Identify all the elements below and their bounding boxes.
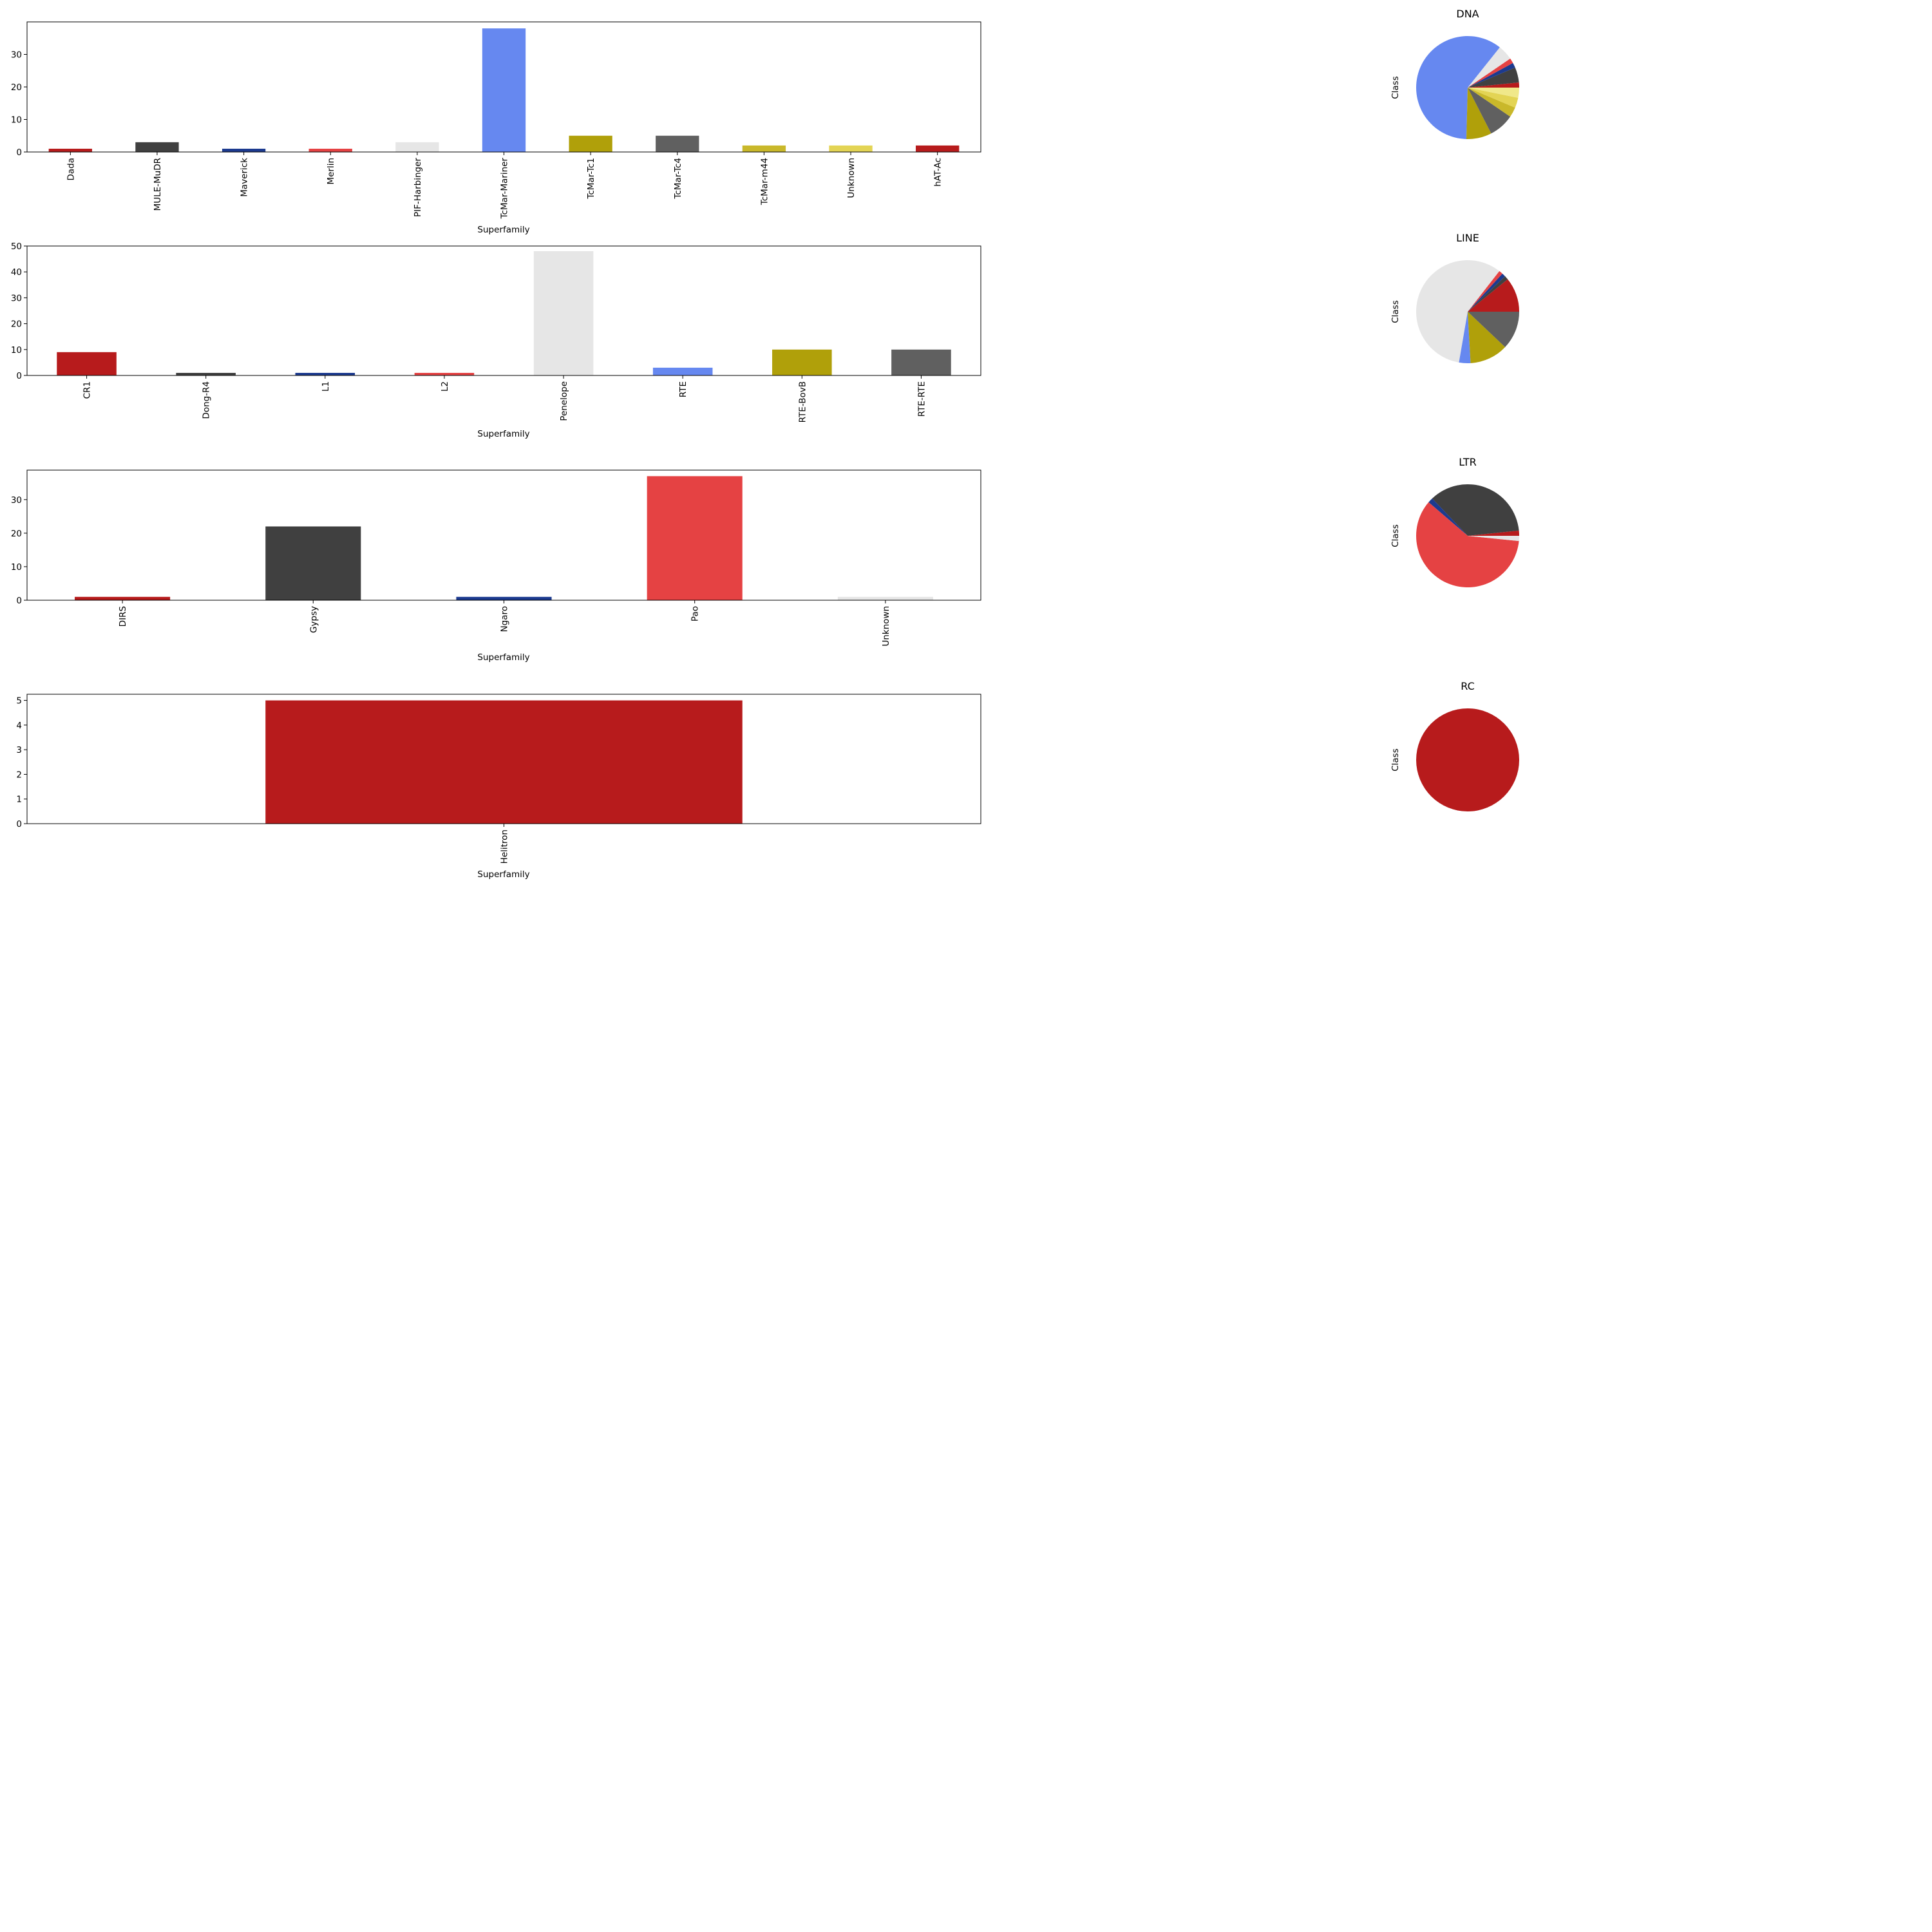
dna-bar-ytick-label: 0 bbox=[16, 147, 22, 158]
line-bar-bar-penelope bbox=[533, 251, 594, 375]
line-bar-bar-rte-bovb bbox=[772, 349, 832, 375]
ltr-bar-ytick-label: 30 bbox=[11, 495, 22, 506]
ltr-bar-xlabel: Superfamily bbox=[477, 652, 529, 663]
dna-bar-xtick-label-tcmar-tc1: TcMar-Tc1 bbox=[586, 158, 596, 200]
line-bar-axes-frame bbox=[26, 245, 981, 376]
ltr-bar-xtick-label-gypsy: Gypsy bbox=[308, 606, 319, 633]
dna-bar-xtick-label-tcmar-m44: TcMar-m44 bbox=[759, 158, 770, 205]
dna-bar-xtick-label-maverick: Maverick bbox=[240, 158, 250, 197]
dna-bar-xtick-label-hat-ac: hAT-Ac bbox=[933, 158, 943, 187]
ltr-bar-bar-pao bbox=[647, 476, 743, 600]
dna-bar-bar-merlin bbox=[308, 148, 352, 152]
rc-bar-ytick-label: 5 bbox=[16, 696, 22, 706]
ltr-bar-xtick-label-unknown: Unknown bbox=[881, 606, 891, 647]
dna-bar-bar-unknown bbox=[829, 145, 873, 152]
line-bar-xtick-label-cr1: CR1 bbox=[82, 381, 93, 399]
dna-bar-xlabel: Superfamily bbox=[477, 225, 529, 235]
ltr-bar-xtick-label-pao: Pao bbox=[690, 606, 701, 621]
line-bar-xlabel: Superfamily bbox=[477, 429, 529, 439]
rc-bar-xlabel: Superfamily bbox=[477, 869, 529, 880]
ltr-bar-bar-ngaro bbox=[456, 596, 552, 600]
rc-bar-ytick-label: 1 bbox=[16, 795, 22, 805]
dna-bar-ytick-label: 10 bbox=[11, 115, 22, 126]
line-bar-bar-dong-r4 bbox=[176, 372, 236, 375]
figure-canvas: Superfamily 0102030Dada MULE-MuDR Maverick… bbox=[11, 8, 1519, 880]
rc-bar-bar-helitron bbox=[265, 700, 743, 824]
dna-pie-chart: DNA Class bbox=[1390, 8, 1519, 139]
rc-pie-slice-0 bbox=[1416, 708, 1519, 811]
rc-bar-ytick-label: 0 bbox=[16, 819, 22, 829]
dna-bar-xtick-label-dada: Dada bbox=[66, 158, 76, 181]
line-bar-xtick-label-l1: L1 bbox=[321, 381, 331, 392]
rc-bar-ytick-label: 3 bbox=[16, 745, 22, 755]
dna-bar-ytick-label: 30 bbox=[11, 50, 22, 61]
line-bar-bar-l1 bbox=[295, 372, 355, 375]
dna-bar-xtick-label-tcmar-mariner: TcMar-Mariner bbox=[500, 158, 510, 220]
rc-bar-ytick-label: 2 bbox=[16, 770, 22, 780]
ltr-bar-bar-unknown bbox=[837, 596, 933, 600]
rc-bar-xtick-label-helitron: Helitron bbox=[500, 829, 510, 864]
dna-bar-bar-tcmar-tc4 bbox=[656, 135, 699, 152]
line-bar-ytick-label: 50 bbox=[11, 242, 22, 252]
ltr-bar-ytick-label: 20 bbox=[11, 529, 22, 539]
ltr-bar-ytick-label: 0 bbox=[16, 596, 22, 606]
line-bar-xtick-label-rte-bovb: RTE-BovB bbox=[797, 381, 808, 422]
line-pie-chart: LINE Class bbox=[1390, 232, 1519, 363]
ltr-pie-ylabel: Class bbox=[1390, 524, 1401, 547]
ltr-bar-xtick-label-dirs: DIRS bbox=[118, 606, 128, 627]
line-bar-xtick-label-rte-rte: RTE-RTE bbox=[916, 381, 927, 417]
dna-pie-title: DNA bbox=[1456, 8, 1479, 20]
dna-bar-bar-tcmar-mariner bbox=[482, 28, 526, 152]
ltr-bar-xtick-label-ngaro: Ngaro bbox=[500, 606, 510, 632]
ltr-bar-bar-gypsy bbox=[265, 526, 361, 600]
dna-bar-xtick-label-pif-harbinger: PIF-Harbinger bbox=[413, 158, 423, 217]
ltr-bar-ytick-label: 10 bbox=[11, 562, 22, 573]
line-pie-ylabel: Class bbox=[1390, 300, 1401, 323]
ltr-bar-axes-frame bbox=[26, 469, 981, 601]
line-bar-ytick-label: 40 bbox=[11, 267, 22, 278]
line-bar-xtick-label-l2: L2 bbox=[440, 381, 450, 392]
dna-bar-ytick-label: 20 bbox=[11, 82, 22, 93]
dna-bar-bar-tcmar-tc1 bbox=[569, 135, 612, 152]
rc-bar-ytick-label: 4 bbox=[16, 721, 22, 731]
dna-bar-xtick-label-unknown: Unknown bbox=[846, 158, 857, 198]
line-bar-bar-rte bbox=[652, 367, 713, 375]
line-bar-bar-l2 bbox=[414, 372, 475, 375]
dna-bar-xtick-label-mule-mudr: MULE-MuDR bbox=[153, 158, 163, 211]
dna-bar-bar-tcmar-m44 bbox=[742, 145, 786, 152]
line-bar-xtick-label-dong-r4: Dong-R4 bbox=[202, 381, 212, 419]
ltr-pie-chart: LTR Class bbox=[1390, 456, 1519, 587]
rc-pie-ylabel: Class bbox=[1390, 748, 1401, 772]
dna-bar-chart: Superfamily 0 10 20 30 Dada MULE-MuDR Maverick… bbox=[11, 21, 981, 235]
line-bar-ytick-label: 10 bbox=[11, 345, 22, 355]
dna-pie-ylabel: Class bbox=[1390, 76, 1401, 99]
line-bar-ytick-label: 30 bbox=[11, 293, 22, 303]
dna-bar-xtick-label-tcmar-tc4: TcMar-Tc4 bbox=[673, 158, 683, 200]
line-pie-title: LINE bbox=[1456, 232, 1479, 244]
dna-bar-bar-maverick bbox=[222, 148, 266, 152]
dna-bar-bar-mule-mudr bbox=[135, 142, 179, 152]
ltr-pie-title: LTR bbox=[1459, 456, 1477, 468]
rc-bar-chart: Superfamily 0 1 2 3 4 5 Helitron bbox=[16, 694, 981, 880]
line-bar-ytick-label: 20 bbox=[11, 319, 22, 330]
line-bar-chart: Superfamily 0 10 20 30 40 50 CR1 Dong-R4 L1 L2 Pen… bbox=[11, 242, 981, 439]
dna-bar-bar-hat-ac bbox=[916, 145, 960, 152]
line-bar-bar-cr1 bbox=[57, 352, 117, 375]
ltr-bar-bar-dirs bbox=[75, 596, 171, 600]
dna-bar-xtick-label-merlin: Merlin bbox=[326, 158, 336, 185]
line-bar-ytick-label: 0 bbox=[16, 371, 22, 381]
line-bar-bar-rte-rte bbox=[891, 349, 951, 375]
ltr-bar-chart: Superfamily 0 10 20 30 DIRS Gypsy Ngaro Pao Unkn… bbox=[11, 469, 981, 663]
dna-bar-bar-pif-harbinger bbox=[395, 142, 439, 152]
rc-pie-chart: RC Class bbox=[1390, 680, 1519, 811]
dna-bar-bar-dada bbox=[48, 148, 92, 152]
rc-pie-title: RC bbox=[1461, 680, 1475, 692]
line-bar-xtick-label-rte: RTE bbox=[678, 381, 688, 397]
line-bar-xtick-label-penelope: Penelope bbox=[559, 381, 569, 421]
